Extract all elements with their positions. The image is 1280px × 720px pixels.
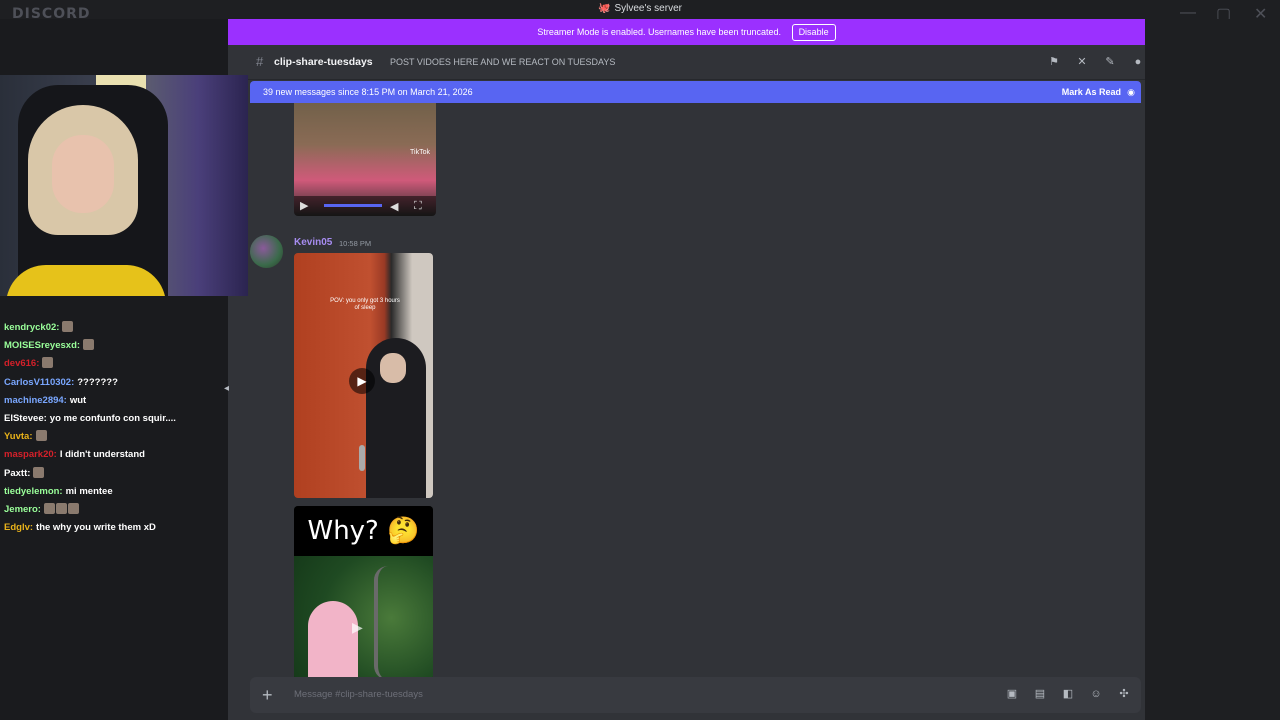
anime-character — [308, 601, 358, 680]
chat-username: tiedyelemon: — [4, 485, 63, 497]
gif-icon[interactable]: ▤ — [1033, 687, 1047, 701]
new-messages-text: 39 new messages since 8:15 PM on March 2… — [263, 87, 473, 97]
server-name: Sylvee's server — [614, 3, 682, 14]
chat-username: Paxtt: — [4, 467, 31, 479]
right-blank-panel — [1145, 19, 1280, 720]
chat-line: Edglv: the why you write them xD — [4, 519, 228, 537]
volume-icon[interactable]: ◀ — [390, 200, 398, 213]
chat-line: maspark20: I didn't understand — [4, 446, 228, 464]
streamer-mode-text: Streamer Mode is enabled. Usernames have… — [537, 27, 782, 37]
stream-chat: kendryck02: MOISESreyesxd: dev616: CarlosV1… — [4, 319, 228, 537]
play-icon[interactable]: ▶ — [352, 619, 363, 636]
webcam-overlay — [0, 75, 248, 296]
composer-tools: ▣ ▤ ◧ ☺ ✣ — [1005, 687, 1131, 701]
chat-username: Yuvta: — [4, 431, 33, 443]
chat-line: CarlosV110302:??????? — [4, 374, 228, 392]
chat-message: yo me confunfo con squir.... — [49, 413, 176, 425]
emote-icon — [83, 339, 95, 351]
avatar[interactable] — [250, 235, 283, 268]
chat-message: I didn't understand — [59, 449, 145, 461]
chat-username: Edglv: — [4, 522, 34, 534]
message-timestamp: 10:58 PM — [339, 239, 372, 248]
streamer-shirt — [6, 265, 166, 296]
chat-username: dev616: — [4, 358, 40, 370]
streamer-mode-banner: Streamer Mode is enabled. Usernames have… — [228, 19, 1145, 45]
chat-line: ElStevee: yo me confunfo con squir.... — [4, 410, 228, 428]
chat-message: mi mentee — [65, 485, 113, 497]
members-icon[interactable]: ● — [1131, 55, 1145, 69]
disable-button[interactable]: Disable — [791, 24, 836, 41]
play-icon[interactable]: ▶ — [300, 199, 308, 212]
collapse-arrow-icon[interactable]: ◂ — [224, 383, 229, 394]
chat-line: machine2894: wut — [4, 392, 228, 410]
chat-line: tiedyelemon: mi mentee — [4, 483, 228, 501]
emote-icon — [35, 430, 47, 442]
video-embed[interactable]: TikTok ▶ ◀ ⛶ — [294, 103, 436, 216]
new-messages-bar[interactable]: 39 new messages since 8:15 PM on March 2… — [250, 81, 1141, 103]
emoji-icon[interactable]: ☺ — [1089, 687, 1103, 701]
emote-icon — [67, 503, 79, 515]
server-title: 🐙 Sylvee's server — [0, 3, 1280, 14]
emote-icon — [43, 503, 55, 515]
message-list[interactable]: TikTok ▶ ◀ ⛶ Kevin05 10:58 PM POV: you o… — [228, 103, 1145, 696]
chat-message: the why you write them xD — [36, 522, 156, 534]
emote-icon — [62, 321, 74, 332]
pinned-icon[interactable]: ✎ — [1103, 55, 1117, 69]
chat-username: ElStevee: — [4, 413, 47, 425]
chat-username: MOISESreyesxd: — [4, 340, 81, 352]
play-icon[interactable]: ▶ — [349, 368, 375, 394]
header-toolbar: ⚑ ✕ ✎ ● — [1047, 55, 1145, 69]
chat-message: ??????? — [77, 376, 118, 388]
chat-message: wut — [69, 394, 87, 406]
chat-username: CarlosV110302: — [4, 376, 75, 388]
mark-read-icon[interactable]: ◉ — [1127, 81, 1135, 103]
video-embed[interactable]: Why? 🤔 ▶ — [294, 506, 433, 680]
message-author[interactable]: Kevin05 — [294, 237, 332, 248]
chat-line: kendryck02: — [4, 319, 228, 337]
chat-line: Paxtt: — [4, 465, 228, 483]
streamer-face — [52, 135, 114, 213]
channel-header: # clip-share-tuesdays POST VIDOES HERE A… — [228, 45, 1145, 80]
chat-username: maspark20: — [4, 449, 57, 461]
discord-main: Streamer Mode is enabled. Usernames have… — [228, 19, 1145, 720]
emote-icon — [42, 357, 54, 369]
chat-username: Jemero: — [4, 504, 41, 516]
message-input[interactable]: Message #clip-share-tuesdays — [294, 689, 423, 700]
chat-username: machine2894: — [4, 394, 67, 406]
emote-icon — [33, 466, 45, 478]
title-bar: DISCORD 🐙 Sylvee's server — ▢ ✕ — [0, 0, 1280, 23]
chat-line: Yuvta: — [4, 428, 228, 446]
apps-icon[interactable]: ✣ — [1117, 687, 1131, 701]
chat-username: kendryck02: — [4, 322, 60, 333]
message-composer[interactable]: + Message #clip-share-tuesdays ▣ ▤ ◧ ☺ ✣ — [250, 677, 1141, 713]
video-person-face — [380, 353, 406, 383]
add-attachment-icon[interactable]: + — [262, 685, 273, 705]
chat-line: Jemero: — [4, 501, 228, 519]
progress-bar[interactable] — [324, 204, 382, 207]
video-title: Why? 🤔 — [294, 506, 433, 556]
road-shape — [374, 566, 402, 680]
video-embed[interactable]: POV: you only got 3 hours of sleep ▶ — [294, 253, 433, 498]
chat-line: MOISESreyesxd: — [4, 337, 228, 355]
sticker-icon[interactable]: ◧ — [1061, 687, 1075, 701]
mute-icon[interactable]: ✕ — [1075, 55, 1089, 69]
video-caption: POV: you only got 3 hours of sleep — [330, 298, 400, 311]
door-handle — [359, 445, 365, 471]
chat-line: dev616: — [4, 355, 228, 373]
emote-icon — [55, 503, 67, 515]
threads-icon[interactable]: ⚑ — [1047, 55, 1061, 69]
fullscreen-icon[interactable]: ⛶ — [414, 200, 422, 213]
octopus-icon: 🐙 — [598, 3, 611, 14]
channel-name: clip-share-tuesdays — [274, 56, 373, 68]
channel-topic[interactable]: POST VIDOES HERE AND WE REACT ON TUESDAY… — [390, 57, 615, 67]
channel-hash-icon: # — [256, 54, 264, 69]
tiktok-watermark: TikTok — [410, 149, 430, 156]
mark-as-read-button[interactable]: Mark As Read — [1062, 81, 1121, 103]
gift-icon[interactable]: ▣ — [1005, 687, 1019, 701]
